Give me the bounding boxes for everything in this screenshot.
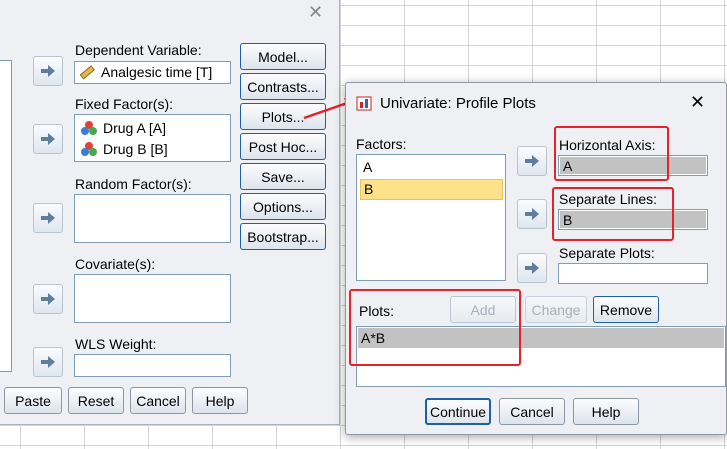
reset-button[interactable]: Reset [68, 387, 124, 414]
highlight-box-horizontal-axis [554, 126, 669, 181]
nominal-variable-icon [81, 121, 97, 135]
change-button[interactable]: Change [525, 296, 587, 323]
fixed-factors-label: Fixed Factor(s): [75, 96, 174, 112]
univariate-dialog: ✕ Dependent Variable: Analgesic time [T]… [0, 0, 340, 425]
post-hoc-button[interactable]: Post Hoc... [240, 133, 326, 160]
arrow-right-icon [525, 208, 539, 220]
highlight-box-plots [349, 289, 521, 366]
move-dependent-button[interactable] [33, 56, 63, 86]
arrow-right-icon [41, 293, 55, 305]
arrow-right-icon [41, 133, 55, 145]
factors-list[interactable]: A B [356, 154, 506, 281]
random-factors-list[interactable] [74, 194, 231, 243]
dependent-variable-value: Analgesic time [T] [101, 64, 213, 80]
fixed-factor-item-a: Drug A [A] [103, 120, 167, 136]
factor-item-b: B [364, 181, 374, 197]
move-separate-lines-button[interactable] [517, 199, 547, 229]
arrow-right-icon [41, 356, 55, 368]
help-button[interactable]: Help [573, 398, 639, 425]
variable-list[interactable] [0, 60, 12, 372]
covariates-list[interactable] [74, 274, 231, 323]
continue-button[interactable]: Continue [425, 398, 491, 425]
options-button[interactable]: Options... [240, 193, 326, 220]
dependent-variable-field[interactable]: Analgesic time [T] [74, 61, 231, 84]
factor-item-a: A [363, 159, 373, 175]
random-factors-label: Random Factor(s): [75, 176, 192, 192]
close-icon[interactable]: ✕ [308, 2, 323, 23]
move-horizontal-axis-button[interactable] [517, 146, 547, 176]
list-item[interactable]: A [363, 159, 372, 175]
covariates-label: Covariate(s): [75, 256, 156, 272]
arrow-right-icon [41, 212, 55, 224]
move-separate-plots-button[interactable] [517, 253, 547, 283]
dependent-variable-label: Dependent Variable: [75, 42, 202, 58]
remove-button[interactable]: Remove [593, 296, 659, 323]
arrow-right-icon [525, 262, 539, 274]
model-button[interactable]: Model... [240, 43, 326, 70]
cancel-button[interactable]: Cancel [130, 387, 186, 414]
arrow-right-icon [525, 155, 539, 167]
spss-app-icon [356, 94, 374, 115]
arrow-right-icon [41, 65, 55, 77]
list-item[interactable]: Drug B [B] [81, 141, 168, 157]
move-wls-weight-button[interactable] [33, 347, 63, 377]
move-random-factor-button[interactable] [33, 203, 63, 233]
move-covariate-button[interactable] [33, 284, 63, 314]
separate-plots-label: Separate Plots: [559, 245, 655, 261]
move-fixed-factor-button[interactable] [33, 124, 63, 154]
wls-weight-label: WLS Weight: [75, 336, 157, 352]
cancel-button[interactable]: Cancel [499, 398, 565, 425]
profile-plots-dialog: Univariate: Profile Plots ✕ Factors: A B… [345, 82, 727, 435]
fixed-factor-item-b: Drug B [B] [103, 141, 168, 157]
paste-button[interactable]: Paste [4, 387, 62, 414]
dialog-title: Univariate: Profile Plots [380, 95, 536, 112]
close-icon[interactable]: ✕ [690, 92, 705, 113]
bootstrap-button[interactable]: Bootstrap... [240, 223, 326, 250]
save-button[interactable]: Save... [240, 163, 326, 190]
help-button[interactable]: Help [192, 387, 248, 414]
ruler-icon [79, 65, 95, 80]
factors-label: Factors: [356, 136, 407, 152]
highlight-box-separate-lines [552, 187, 674, 241]
list-item[interactable]: Drug A [A] [81, 120, 166, 136]
list-item-selected[interactable]: B [360, 179, 503, 200]
separate-plots-field[interactable] [558, 263, 708, 284]
wls-weight-field[interactable] [74, 354, 231, 377]
nominal-variable-icon [81, 142, 97, 156]
fixed-factors-list[interactable]: Drug A [A] Drug B [B] [74, 114, 231, 162]
